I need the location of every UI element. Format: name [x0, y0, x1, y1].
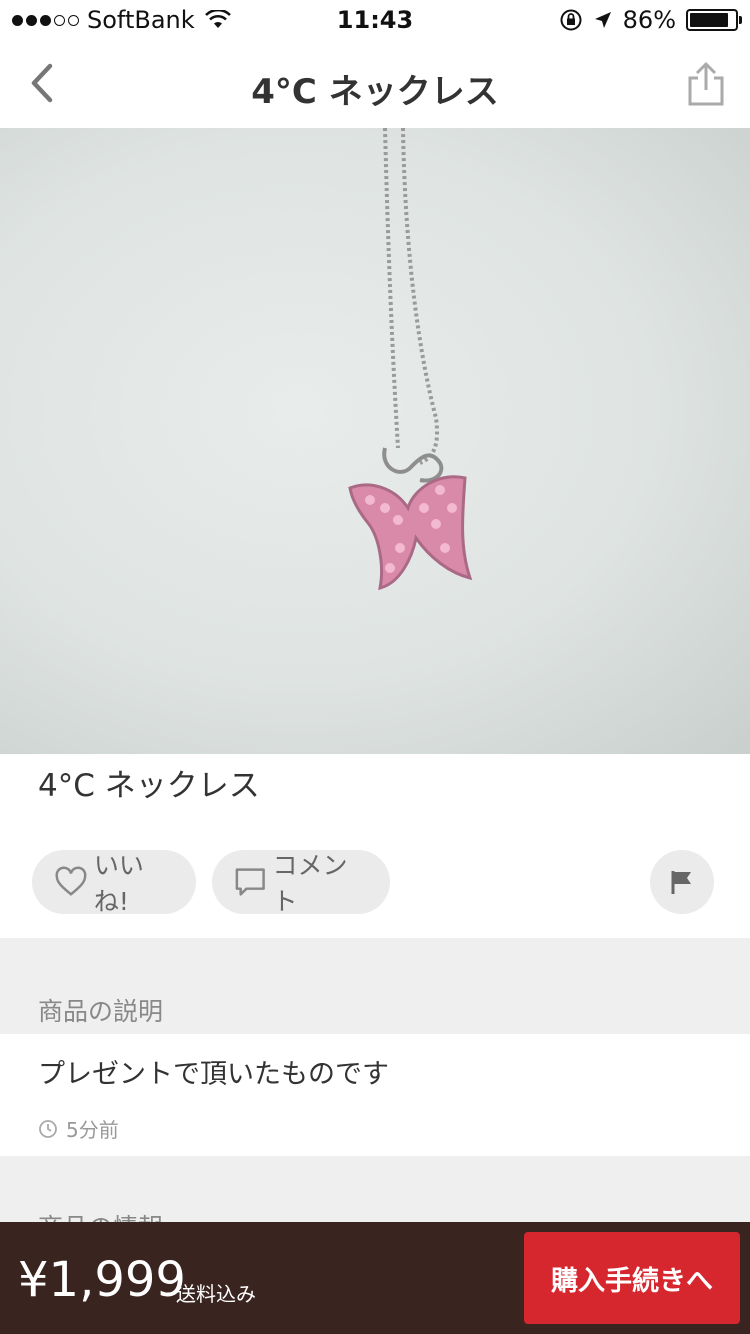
description-text: プレゼントで頂いたものです [38, 1059, 389, 1090]
status-bar: SoftBank 11:43 86% [0, 0, 750, 40]
flag-icon [671, 871, 691, 894]
heart-icon [55, 866, 87, 896]
like-label: いいね! [93, 851, 144, 916]
location-arrow-icon [594, 12, 611, 28]
like-button[interactable]: いいね! [32, 850, 196, 916]
shipping-label: 送料込み [176, 1282, 256, 1306]
butterfly-pendant [348, 475, 473, 591]
necklace-image [348, 128, 473, 591]
description-section-label: 商品の説明 [38, 997, 164, 1026]
price: ¥1,999 [18, 1252, 186, 1308]
item-title: 4°C ネックレス [38, 768, 260, 804]
action-buttons: いいね! コメント [32, 850, 390, 916]
comment-label: コメント [272, 851, 348, 916]
clock-icon [39, 1119, 57, 1138]
report-button[interactable] [650, 850, 714, 914]
product-photo[interactable] [0, 128, 750, 754]
info-header: 商品の情報 [0, 1156, 750, 1222]
status-right: 86% [559, 6, 742, 34]
nav-bar: 4°C ネックレス [0, 40, 750, 129]
battery-fill [690, 13, 728, 27]
posted-label: 5分前 [66, 1118, 119, 1142]
description-header: 商品の説明 [0, 938, 750, 1034]
share-button[interactable] [682, 60, 730, 108]
share-icon [688, 62, 724, 106]
rotation-lock-icon [560, 9, 582, 31]
comment-button[interactable]: コメント [212, 850, 390, 916]
battery-icon [686, 9, 742, 31]
page-title: 4°C ネックレス [251, 72, 499, 112]
comment-icon [235, 868, 265, 896]
battery-percent: 86% [622, 6, 676, 34]
buy-button[interactable]: 購入手続きへ [524, 1232, 740, 1324]
posted-time: 5分前 [38, 1114, 119, 1143]
info-section-label: 商品の情報 [38, 1208, 163, 1222]
